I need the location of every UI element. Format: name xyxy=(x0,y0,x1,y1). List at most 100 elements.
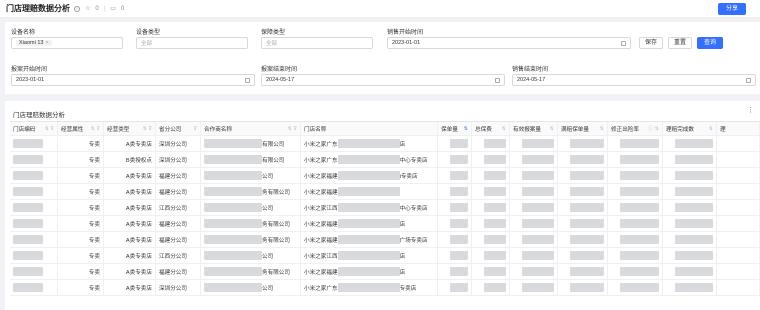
table-row[interactable]: 专卖 A类专卖店 福建分公司 务有限公司 小米之家福建 广场专卖店 xyxy=(10,232,760,248)
table-row[interactable]: 专卖 A类专卖店 福建分公司 务有限公司 小米之家福建 店 xyxy=(10,264,760,280)
store-text: 小米之家福建 xyxy=(304,237,338,244)
reset-button[interactable]: 重置 xyxy=(668,37,692,49)
report-end-field: 报案结束时间 2024-05-17 xyxy=(261,64,505,86)
sale-end-datepicker[interactable]: 2024-05-17 xyxy=(512,74,756,86)
column-header[interactable]: 满赔保单量 ⇅ xyxy=(558,122,608,135)
share-button[interactable]: 分享 xyxy=(718,3,746,15)
cell-store: 小米之家江西 中心专卖店 xyxy=(301,200,438,215)
column-header[interactable]: 门店编码 ⇅ ⊽ xyxy=(10,122,58,135)
cell-metric xyxy=(663,152,717,167)
cell-partner: 务有限公司 xyxy=(201,184,301,199)
cell-attr: 专卖 xyxy=(58,168,104,183)
save-button[interactable]: 保存 xyxy=(639,37,663,49)
device-type-label: 设备类型 xyxy=(136,30,161,36)
cell-metric xyxy=(438,248,472,263)
column-header[interactable]: 理赔完成数 ⇅ xyxy=(663,122,717,135)
column-header[interactable]: 省分公司 ⊽ xyxy=(156,122,201,135)
sort-filter-icon[interactable]: ⇅ ⊽ xyxy=(91,126,100,132)
cell-partner: 务有限公司 xyxy=(201,232,301,247)
column-header[interactable]: 理 xyxy=(717,122,760,135)
redacted-value xyxy=(484,219,506,228)
column-header[interactable]: 合作商名称 ⇅ ⊽ xyxy=(201,122,301,135)
redacted-value xyxy=(484,187,506,196)
star-icon[interactable]: ☆ xyxy=(85,5,90,12)
table-header-row: 门店编码 ⇅ ⊽ 经营属性 ⇅ ⊽ 经营类型 ⇅ ⊽ 省分公司 ⊽ 合作商名称 ⇅ ⊽ 门店名称 保单… xyxy=(10,122,760,136)
cell-type: A类专卖店 xyxy=(104,200,156,215)
cell-metric xyxy=(472,200,510,215)
column-header-label: 省分公司 xyxy=(159,126,182,133)
redacted-value xyxy=(675,219,713,228)
column-header[interactable]: 经营类型 ⇅ ⊽ xyxy=(104,122,156,135)
table-row[interactable]: 专卖 A类专卖店 江西分公司 公司 小米之家江西 店 xyxy=(10,248,760,264)
redacted-value xyxy=(570,171,604,180)
device-name-select[interactable]: Xiaomi 13 × xyxy=(11,37,123,49)
redacted-value xyxy=(484,171,506,180)
table-row[interactable]: 专卖 A类专卖店 深圳分公司 有限公司 小米之家广东 店 xyxy=(10,136,760,152)
comment-icon[interactable]: ▭ xyxy=(110,5,116,12)
cell-metric xyxy=(558,280,608,295)
table-row[interactable]: 专卖 B类授权点 深圳分公司 有限公司 小米之家广东 中心专卖店 xyxy=(10,152,760,168)
cell-store-code xyxy=(10,280,58,295)
column-header[interactable]: 门店名称 xyxy=(301,122,438,135)
column-header[interactable]: 保单量 ⇅ xyxy=(438,122,472,135)
column-header[interactable]: 总保费 ⇅ xyxy=(472,122,510,135)
info-icon[interactable]: i xyxy=(74,5,80,12)
calendar-icon xyxy=(245,78,250,83)
query-button[interactable]: 查询 xyxy=(697,37,723,49)
device-name-field: 设备名称 Xiaomi 13 × xyxy=(11,27,123,49)
table-row[interactable]: 专卖 A类专卖店 福建分公司 公司 小米之家福建 i专卖店 xyxy=(10,168,760,184)
warranty-type-select[interactable]: 全部 xyxy=(261,37,373,49)
redacted-value xyxy=(337,267,400,276)
more-options-icon[interactable]: ⋮ xyxy=(747,106,754,114)
redacted-value xyxy=(522,187,554,196)
cell-partner: 公司 xyxy=(201,168,301,183)
cell-store: 小米之家福建 店 xyxy=(301,264,438,279)
sort-filter-icon[interactable]: ⓘ ⇅ xyxy=(648,125,659,132)
redacted-value xyxy=(620,283,659,292)
cell-store-code xyxy=(10,216,58,231)
table-row[interactable]: 专卖 A类专卖店 福建分公司 务有限公司 小米之家福建 xyxy=(10,184,760,200)
data-table: 门店编码 ⇅ ⊽ 经营属性 ⇅ ⊽ 经营类型 ⇅ ⊽ 省分公司 ⊽ 合作商名称 ⇅ ⊽ 门店名称 保单… xyxy=(10,121,760,296)
cell-metric xyxy=(558,264,608,279)
sort-filter-icon[interactable]: ⇅ xyxy=(502,126,506,132)
calendar-icon xyxy=(495,78,500,83)
redacted-value xyxy=(13,219,43,228)
column-header[interactable]: 有效报案量 ⇅ xyxy=(510,122,558,135)
sort-filter-icon[interactable]: ⇅ xyxy=(550,126,554,132)
device-type-select[interactable]: 全部 xyxy=(136,37,248,49)
report-end-datepicker[interactable]: 2024-05-17 xyxy=(261,74,505,86)
table-row[interactable]: 专卖 A类专卖店 江西分公司 公司 小米之家江西 中心专卖店 xyxy=(10,200,760,216)
redacted-value xyxy=(337,235,400,244)
sort-filter-icon[interactable]: ⇅ ⊽ xyxy=(143,126,152,132)
cell-metric xyxy=(663,184,717,199)
sort-filter-icon[interactable]: ⇅ xyxy=(709,126,713,132)
branch-text: 福建分公司 xyxy=(159,189,187,196)
branch-text: 深圳分公司 xyxy=(159,141,187,148)
cell-metric xyxy=(510,216,558,231)
branch-text: 深圳分公司 xyxy=(159,157,187,164)
redacted-value xyxy=(522,235,554,244)
redacted-value xyxy=(204,235,262,244)
sort-filter-icon[interactable]: ⊽ xyxy=(193,126,197,132)
report-end-label: 报案结束时间 xyxy=(261,67,298,73)
column-header[interactable]: 经营属性 ⇅ ⊽ xyxy=(58,122,104,135)
partner-text: 公司 xyxy=(262,285,274,292)
cell-branch: 福建分公司 xyxy=(156,216,201,231)
sale-start-datepicker[interactable]: 2023-01-01 xyxy=(387,37,631,49)
sort-filter-icon[interactable]: ⇅ ⊽ xyxy=(288,126,297,132)
cell-metric xyxy=(558,168,608,183)
redacted-value xyxy=(484,235,506,244)
report-start-datepicker[interactable]: 2023-01-01 xyxy=(11,74,255,86)
redacted-value xyxy=(450,155,468,164)
table-row[interactable]: 专卖 A类专卖店 福建分公司 务有限公司 小米之家福建 店 xyxy=(10,216,760,232)
sort-filter-icon[interactable]: ⇅ xyxy=(600,126,604,132)
table-row[interactable]: 专卖 A类专卖店 深圳分公司 公司 小米之家广东 专卖店 xyxy=(10,280,760,296)
warranty-type-field: 保障类型 全部 xyxy=(261,27,373,49)
sort-filter-icon[interactable]: ⇅ xyxy=(464,126,468,132)
sort-filter-icon[interactable]: ⇅ ⊽ xyxy=(45,126,54,132)
cell-branch: 深圳分公司 xyxy=(156,136,201,151)
tag-close-icon[interactable]: × xyxy=(45,40,48,46)
column-header[interactable]: 修正出险率 ⓘ ⇅ xyxy=(608,122,663,135)
star-count: 0 xyxy=(95,5,99,12)
cell-partner: 有限公司 xyxy=(201,136,301,151)
